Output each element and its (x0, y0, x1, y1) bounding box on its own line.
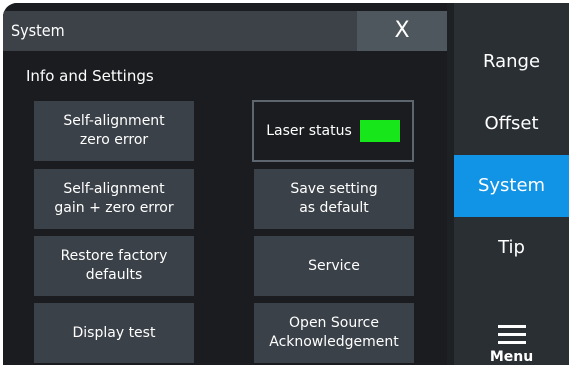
open-source-acknowledgement-button[interactable]: Open Source Acknowledgement (254, 303, 414, 363)
service-button[interactable]: Service (254, 236, 414, 296)
button-label-line1: Display test (72, 324, 156, 341)
softkey-range[interactable]: Range (454, 31, 569, 93)
button-label-line1: Self-alignment (63, 113, 165, 130)
close-button[interactable]: X (357, 11, 447, 51)
button-label-line1: Service (308, 257, 360, 274)
dialog-titlebar: System X (3, 11, 447, 51)
self-alignment-gain-zero-button[interactable]: Self-alignment gain + zero error (34, 169, 194, 229)
restore-factory-defaults-button[interactable]: Restore factory defaults (34, 236, 194, 296)
softkey-tip[interactable]: Tip (454, 217, 569, 279)
device-screen: System X Info and Settings Self-alignmen… (3, 3, 569, 365)
save-setting-default-button[interactable]: Save setting as default (254, 169, 414, 229)
menu-label: Menu (489, 349, 534, 365)
section-heading: Info and Settings (26, 67, 154, 85)
softkey-sidebar: Range Offset System Tip Menu (454, 3, 569, 365)
system-dialog: System X Info and Settings Self-alignmen… (3, 3, 447, 365)
softkey-system[interactable]: System (454, 155, 569, 217)
button-label-line1: Self-alignment (63, 181, 165, 198)
button-label-line1: Save setting (290, 181, 378, 198)
button-label-line2: zero error (79, 132, 149, 148)
button-label-line2: as default (299, 200, 369, 216)
self-alignment-zero-button[interactable]: Self-alignment zero error (34, 101, 194, 161)
dialog-title: System (11, 21, 65, 40)
button-label-line1: Restore factory (60, 248, 168, 265)
button-label-line2: defaults (85, 267, 143, 283)
softkey-offset[interactable]: Offset (454, 93, 569, 155)
laser-status-label: Laser status (266, 123, 352, 139)
laser-status-panel: Laser status (252, 100, 414, 162)
button-label-line2: gain + zero error (54, 200, 174, 216)
menu-button[interactable]: Menu (454, 303, 569, 365)
button-label-line1: Open Source (289, 315, 379, 332)
laser-status-indicator (359, 120, 400, 142)
hamburger-icon (498, 325, 526, 349)
display-test-button[interactable]: Display test (34, 303, 194, 363)
button-label-line2: Acknowledgement (269, 334, 399, 350)
